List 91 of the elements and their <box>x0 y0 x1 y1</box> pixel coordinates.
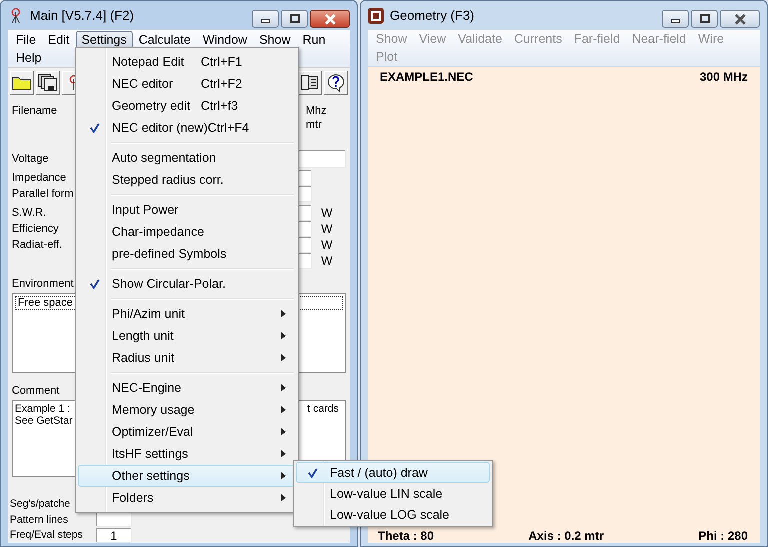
phi-label: Phi : 280 <box>698 530 748 543</box>
maximize-button[interactable] <box>281 10 308 28</box>
close-icon <box>324 14 336 24</box>
minimize-button[interactable] <box>662 10 689 28</box>
unit-label: W <box>320 238 334 252</box>
menu-item[interactable]: Window <box>197 31 254 49</box>
help-button[interactable] <box>324 71 348 95</box>
field-label: Impedance <box>12 172 66 184</box>
menu-item[interactable]: Fast / (auto) draw <box>296 462 490 483</box>
menu-item[interactable]: NEC editor (new)Ctrl+F4 <box>78 117 296 139</box>
close-button[interactable] <box>310 10 350 28</box>
input-field[interactable]: 1 <box>96 528 132 543</box>
menu-item[interactable]: Calculate <box>132 31 197 49</box>
menu-item[interactable]: Show Circular-Polar. <box>78 273 296 295</box>
menu-item[interactable]: Optimizer/Eval <box>78 421 296 443</box>
field-label: Pattern lines <box>10 514 70 526</box>
menu-item[interactable]: Low-value LIN scale <box>296 483 490 504</box>
window-title: Geometry (F3) <box>390 8 476 23</box>
menu-item[interactable]: ItsHF settings <box>78 443 296 465</box>
help-icon <box>326 73 346 93</box>
maximize-icon <box>290 14 300 24</box>
menu-item[interactable]: Geometry edit Ctrl+f3 <box>78 95 296 117</box>
check-icon <box>88 122 100 134</box>
submenu-arrow-icon <box>281 310 286 318</box>
menu-item[interactable]: Char-impedance <box>78 221 296 243</box>
menu-item[interactable]: Stepped radius corr. <box>78 169 296 191</box>
folder-icon <box>12 75 32 91</box>
menu-item[interactable]: NEC editor Ctrl+F2 <box>78 73 296 95</box>
menu-item[interactable]: Memory usage <box>78 399 296 421</box>
floppy-disks-icon <box>38 74 58 92</box>
input-field[interactable] <box>298 150 346 168</box>
unit-label: W <box>320 222 334 236</box>
save-button[interactable] <box>36 71 60 95</box>
book-icon <box>300 74 320 92</box>
menu-item[interactable]: Show <box>253 31 297 49</box>
menu-item[interactable]: Radius unit <box>78 347 296 369</box>
menu-item[interactable]: pre-defined Symbols <box>78 243 296 265</box>
frequency-label: 300 MHz <box>700 71 748 84</box>
menu-item[interactable]: Folders <box>78 487 296 509</box>
menu-item[interactable]: Phi/Azim unit <box>78 303 296 325</box>
book-button[interactable] <box>298 71 322 95</box>
menu-item[interactable]: Input Power <box>78 199 296 221</box>
file-name: EXAMPLE1.NEC <box>380 71 474 84</box>
submenu-arrow-icon <box>281 384 286 392</box>
theta-label: Theta : 80 <box>378 530 434 543</box>
comment-line: t cards <box>307 403 339 416</box>
input-field[interactable] <box>96 512 132 528</box>
field-label: Freq/Eval steps <box>10 529 84 542</box>
comment-line: See GetStar <box>15 415 73 428</box>
submenu-arrow-icon <box>281 472 286 480</box>
menu-item[interactable]: Low-value LOG scale <box>296 504 490 525</box>
field-label: Efficiency <box>12 223 59 236</box>
menu-item[interactable]: NEC-Engine <box>78 377 296 399</box>
section-label: Comment <box>12 385 60 398</box>
maximize-icon <box>700 14 710 24</box>
submenu-arrow-icon <box>281 332 286 340</box>
open-folder-button[interactable] <box>10 71 34 95</box>
submenu-arrow-icon <box>281 406 286 414</box>
menu-item[interactable]: Auto segmentation <box>78 147 296 169</box>
maximize-button[interactable] <box>691 10 718 28</box>
section-label: Environment <box>12 278 74 290</box>
field-label: Parallel form <box>12 188 74 200</box>
unit-label: mtr <box>306 119 323 131</box>
menu-item[interactable]: Other settings <box>78 465 296 487</box>
submenu-arrow-icon <box>281 354 286 362</box>
menu-item[interactable]: Notepad Edit Ctrl+F1 <box>78 51 296 73</box>
check-icon <box>88 278 100 290</box>
menu-item[interactable]: Edit <box>42 31 76 49</box>
menu-item[interactable]: Run <box>296 31 332 49</box>
close-button[interactable] <box>720 10 760 28</box>
axis-label: Axis : 0.2 mtr <box>528 530 604 543</box>
field-label: S.W.R. <box>12 207 46 220</box>
comment-line: Example 1 : <box>15 403 72 416</box>
unit-label: W <box>320 254 334 268</box>
menu-item[interactable]: Length unit <box>78 325 296 347</box>
field-label: Radiat-eff. <box>12 239 63 252</box>
close-icon <box>734 14 746 24</box>
field-label: Voltage <box>12 152 49 165</box>
unit-label: Mhz <box>306 105 328 117</box>
menu-item[interactable]: Help <box>10 49 48 67</box>
check-icon <box>306 466 318 478</box>
field-label: Filename <box>12 105 58 117</box>
field-label: Seg's/patche <box>10 498 72 510</box>
submenu-arrow-icon <box>281 494 286 502</box>
window-title: Main [V5.7.4] (F2) <box>30 8 136 23</box>
submenu-arrow-icon <box>281 428 286 436</box>
submenu-arrow-icon <box>281 450 286 458</box>
app-icon <box>368 8 384 24</box>
menu-item[interactable]: File <box>10 31 42 49</box>
minimize-button[interactable] <box>252 10 279 28</box>
unit-label: W <box>320 206 334 220</box>
